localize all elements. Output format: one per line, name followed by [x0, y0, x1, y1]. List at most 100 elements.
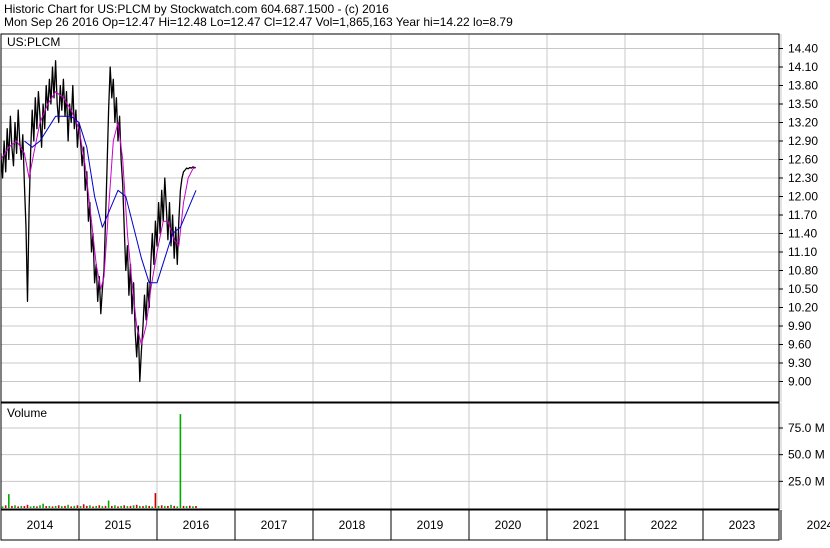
volume-bar: [117, 506, 119, 508]
year-label: 2018: [339, 518, 366, 532]
volume-bar: [8, 494, 10, 508]
volume-bar: [173, 505, 175, 508]
price-tick-label: 13.80: [788, 79, 818, 93]
price-tick-label: 10.50: [788, 282, 818, 296]
volume-bar: [114, 505, 116, 508]
volume-bar: [29, 506, 32, 508]
volume-bar: [67, 504, 69, 508]
volume-bar: [79, 506, 82, 508]
header-line-2: Mon Sep 26 2016 Op=12.47 Hi=12.48 Lo=12.…: [4, 15, 513, 29]
price-tick-label: 14.10: [788, 60, 818, 74]
volume-bar: [73, 505, 76, 508]
year-label: 2014: [27, 518, 54, 532]
volume-bar: [33, 505, 35, 508]
volume-tick-label: 75.0 M: [788, 421, 825, 435]
volume-bar: [61, 506, 63, 508]
volume-bar: [76, 505, 79, 508]
volume-bar: [104, 505, 107, 508]
volume-bar: [45, 506, 47, 508]
price-tick-label: 9.00: [788, 375, 812, 389]
year-label: 2017: [261, 518, 288, 532]
volume-tick-label: 25.0 M: [788, 474, 825, 488]
volume-bar: [179, 414, 182, 508]
volume-bar: [185, 506, 188, 508]
price-tick-label: 10.20: [788, 301, 818, 315]
volume-bar: [132, 505, 135, 508]
volume-bar: [142, 506, 144, 508]
chart-canvas: Historic Chart for US:PLCM by Stockwatch…: [0, 0, 830, 543]
price-tick-label: 11.10: [788, 245, 817, 259]
volume-bar: [48, 505, 51, 508]
price-panel-title: US:PLCM: [7, 35, 60, 49]
volume-bar: [151, 506, 154, 508]
volume-bar: [26, 504, 29, 508]
price-tick-label: 9.90: [788, 319, 812, 333]
volume-bar: [111, 505, 113, 508]
volume-bar: [160, 505, 163, 508]
volume-bar: [123, 505, 125, 508]
price-tick-label: 12.60: [788, 153, 818, 167]
volume-bar: [20, 505, 23, 508]
volume-bar: [64, 505, 66, 508]
year-label: 2015: [105, 518, 132, 532]
volume-bar: [101, 506, 104, 508]
year-label: 2024: [807, 518, 830, 532]
volume-bar: [164, 506, 166, 508]
volume-bar: [36, 506, 38, 508]
price-tick-label: 14.40: [788, 42, 818, 56]
volume-bar: [17, 506, 19, 508]
year-label: 2023: [729, 518, 756, 532]
volume-bar: [11, 505, 13, 508]
price-tick-label: 10.80: [788, 264, 818, 278]
volume-bar: [176, 506, 179, 508]
price-tick-label: 13.20: [788, 116, 818, 130]
price-tick-label: 11.40: [788, 227, 817, 241]
volume-bar: [148, 505, 150, 508]
volume-bar: [82, 504, 85, 508]
volume-bar: [39, 505, 41, 508]
volume-bar: [145, 505, 147, 508]
volume-bar: [14, 505, 16, 508]
volume-bar: [86, 505, 88, 508]
volume-bar: [57, 505, 60, 508]
volume-bar: [192, 506, 194, 508]
price-tick-label: 9.60: [788, 338, 812, 352]
volume-bar: [4, 505, 7, 508]
volume-bar: [195, 506, 197, 508]
volume-bar: [157, 505, 160, 508]
volume-bar: [54, 505, 57, 508]
volume-bar: [51, 506, 54, 508]
volume-bar: [23, 506, 26, 508]
price-tick-label: 12.90: [788, 134, 818, 148]
volume-tick-label: 50.0 M: [788, 448, 825, 462]
price-tick-label: 12.00: [788, 190, 818, 204]
volume-bar: [135, 504, 138, 508]
volume-panel-title: Volume: [7, 406, 47, 420]
stock-chart: Historic Chart for US:PLCM by Stockwatch…: [0, 0, 830, 543]
price-tick-label: 12.30: [788, 171, 818, 185]
volume-bar: [107, 500, 110, 508]
volume-bar: [89, 505, 91, 508]
volume-bar: [95, 505, 97, 508]
volume-bar: [139, 505, 141, 508]
volume-bar: [70, 506, 72, 508]
chart-background: [0, 0, 830, 543]
price-tick-label: 9.30: [788, 356, 812, 370]
year-label: 2020: [495, 518, 522, 532]
year-label: 2019: [417, 518, 444, 532]
volume-bar: [120, 505, 122, 508]
price-tick-label: 13.50: [788, 97, 818, 111]
volume-bar: [154, 493, 157, 508]
year-label: 2016: [183, 518, 210, 532]
volume-bar: [129, 505, 132, 508]
volume-bar: [182, 505, 185, 508]
year-label: 2022: [651, 518, 678, 532]
volume-bar: [42, 503, 44, 508]
volume-bar: [189, 505, 191, 508]
header-line-1: Historic Chart for US:PLCM by Stockwatch…: [4, 2, 389, 16]
price-tick-label: 11.70: [788, 208, 817, 222]
volume-bar: [1, 506, 4, 508]
volume-bar: [170, 504, 172, 508]
year-label: 2021: [573, 518, 600, 532]
volume-bar: [98, 505, 101, 508]
